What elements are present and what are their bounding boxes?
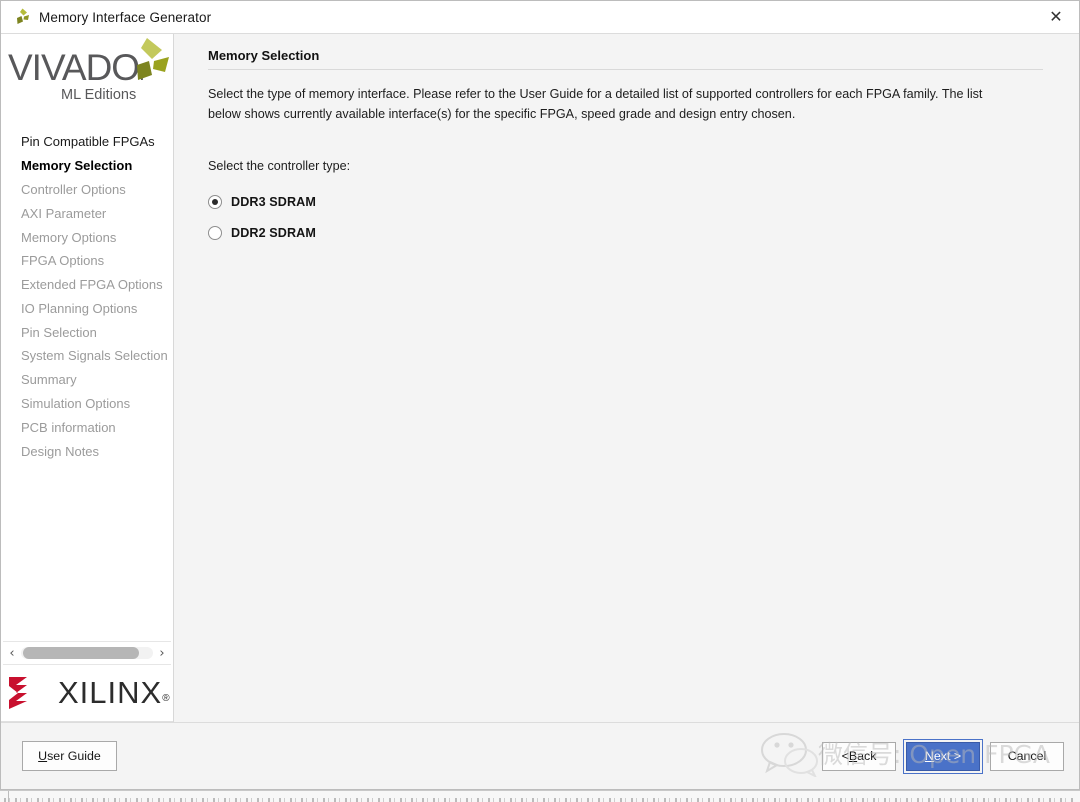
sidebar: VIVADO. ML Editions Pin Compatible FPGAs… xyxy=(1,34,174,722)
sidebar-item-design-notes: Design Notes xyxy=(21,443,100,459)
sidebar-item-extended-fpga-options: Extended FPGA Options xyxy=(21,277,163,293)
sidebar-item-fpga-options: FPGA Options xyxy=(21,253,105,269)
user-guide-button[interactable]: User Guide xyxy=(22,741,117,771)
radio-button-ddr2-sdram[interactable] xyxy=(208,226,222,241)
main-content: Memory Selection Select the type of memo… xyxy=(174,34,1079,722)
wizard-step-nav: Pin Compatible FPGAs Memory Selection Co… xyxy=(1,130,173,641)
footer-nav-buttons: < Back Next > Cancel xyxy=(822,738,1064,774)
back-button[interactable]: < Back xyxy=(822,741,896,771)
back-label: ack xyxy=(857,749,877,763)
controller-type-label: Select the controller type: xyxy=(208,158,351,173)
sidebar-item-pin-compatible-fpgas[interactable]: Pin Compatible FPGAs xyxy=(1,130,173,154)
sidebar-item-controller-options: Controller Options xyxy=(21,181,126,197)
next-button[interactable]: Next > xyxy=(903,738,983,774)
sidebar-item-pin-selection: Pin Selection xyxy=(21,324,97,340)
back-mnemonic: B xyxy=(848,749,858,763)
sidebar-item-system-signals-selection: System Signals Selection xyxy=(21,348,168,364)
page-title: Memory Selection xyxy=(208,48,1043,70)
sidebar-item-simulation-options: Simulation Options xyxy=(21,395,131,411)
sidebar-item-summary: Summary xyxy=(21,372,77,388)
xilinx-mark-icon xyxy=(7,676,49,710)
radio-button-ddr3-sdram[interactable] xyxy=(208,195,222,210)
user-guide-mnemonic: U xyxy=(38,749,48,763)
xilinx-logo: XILINX® xyxy=(1,665,173,722)
vivado-subtitle: ML Editions xyxy=(61,87,137,103)
vivado-pinwheel-logo-icon xyxy=(119,36,171,82)
next-mnemonic: N xyxy=(924,749,934,763)
controller-type-radio-group: DDR3 SDRAM DDR2 SDRAM xyxy=(208,187,1043,249)
xilinx-wordmark-text: XILINX xyxy=(58,675,163,710)
close-icon[interactable]: ✕ xyxy=(1033,1,1079,32)
user-guide-label: ser Guide xyxy=(47,749,101,763)
scrollbar-thumb[interactable] xyxy=(23,647,140,659)
xilinx-registered-mark: ® xyxy=(162,693,171,704)
window-body: VIVADO. ML Editions Pin Compatible FPGAs… xyxy=(1,34,1079,722)
vivado-logo: VIVADO. ML Editions xyxy=(1,34,173,112)
back-prefix: < xyxy=(841,749,849,763)
window-title: Memory Interface Generator xyxy=(39,9,212,25)
next-label: ext > xyxy=(933,749,962,763)
sidebar-horizontal-scrollbar[interactable]: ‹ › xyxy=(3,641,171,665)
footer-button-bar: User Guide < Back Next > Cancel xyxy=(1,722,1079,789)
scroll-right-arrow-icon[interactable]: › xyxy=(153,646,171,661)
sidebar-item-memory-selection[interactable]: Memory Selection xyxy=(1,154,173,178)
cancel-button[interactable]: Cancel xyxy=(990,741,1064,771)
page-description: Select the type of memory interface. Ple… xyxy=(208,87,983,122)
sidebar-item-pcb-information: PCB information xyxy=(21,419,116,435)
sidebar-item-io-planning-options: IO Planning Options xyxy=(21,300,138,316)
vivado-pinwheel-icon xyxy=(11,7,31,27)
sidebar-item-memory-options: Memory Options xyxy=(21,229,117,245)
radio-label-ddr3-sdram: DDR3 SDRAM xyxy=(231,195,316,210)
background-window-sliver xyxy=(0,790,1080,802)
mig-wizard-window: Memory Interface Generator ✕ VIVADO. ML … xyxy=(0,0,1080,790)
title-bar: Memory Interface Generator ✕ xyxy=(1,1,1079,34)
scrollbar-track[interactable] xyxy=(21,647,153,659)
sidebar-item-axi-parameter: AXI Parameter xyxy=(21,205,107,221)
radio-label-ddr2-sdram: DDR2 SDRAM xyxy=(231,226,316,241)
radio-option-ddr3-sdram[interactable]: DDR3 SDRAM xyxy=(208,187,1043,218)
sliver-noise xyxy=(4,798,1074,802)
xilinx-wordmark: XILINX® xyxy=(58,675,171,711)
radio-option-ddr2-sdram[interactable]: DDR2 SDRAM xyxy=(208,218,1043,249)
scroll-left-arrow-icon[interactable]: ‹ xyxy=(3,646,21,661)
